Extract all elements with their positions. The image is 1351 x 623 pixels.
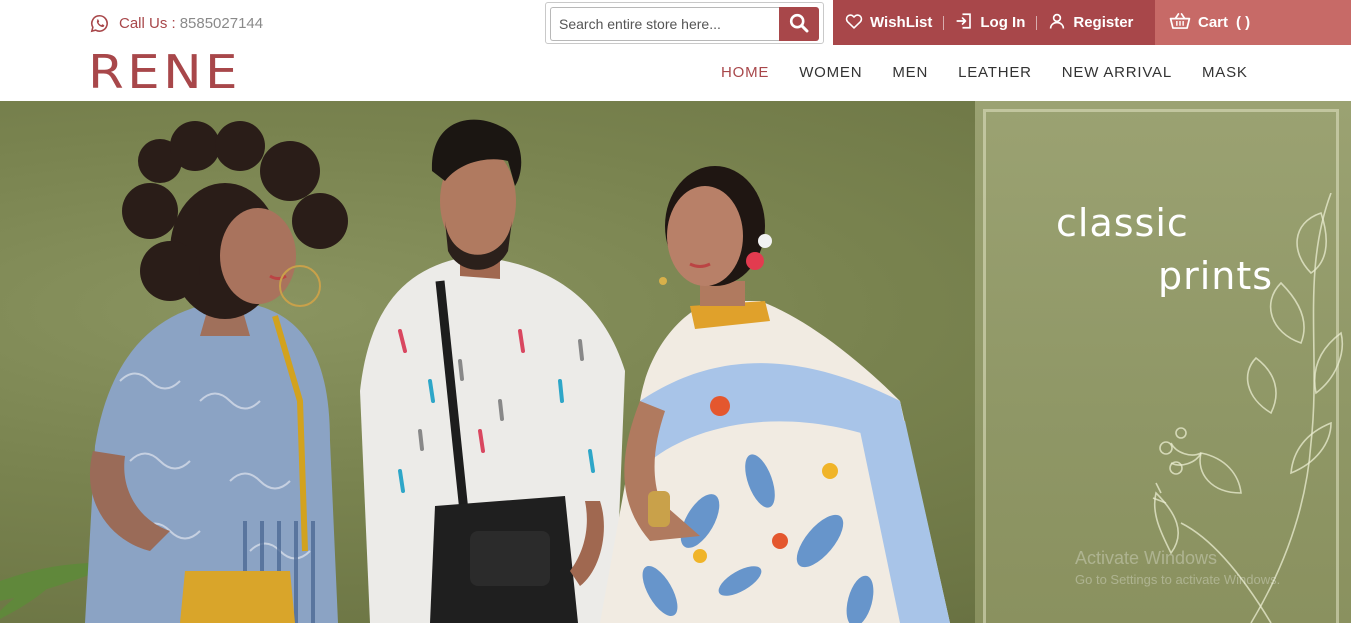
cart-count: ( ) [1236, 14, 1251, 31]
phone-number[interactable]: 8585027144 [180, 15, 263, 32]
hero-banner[interactable]: classic prints Activate Windows Go to Se… [0, 101, 1351, 623]
heart-icon [845, 13, 870, 33]
wishlist-label: WishList [870, 14, 933, 31]
register-label: Register [1073, 14, 1134, 31]
divider [1036, 15, 1038, 30]
user-icon [1048, 12, 1073, 34]
hero-tagline-line1: classic [1056, 201, 1189, 245]
call-us-label: Call Us : [119, 14, 176, 32]
login-link[interactable]: Log In [955, 0, 1025, 45]
search-box [545, 2, 824, 44]
search-input[interactable] [550, 7, 779, 41]
login-icon [955, 12, 980, 34]
top-header: Call Us : 8585027144 WishList [0, 0, 1351, 45]
nav-item-men[interactable]: MEN [877, 64, 943, 81]
main-nav: HOME WOMEN MEN LEATHER NEW ARRIVAL MASK [706, 56, 1263, 88]
nav-item-mask[interactable]: MASK [1187, 64, 1263, 81]
brand-logo[interactable]: RENE [88, 49, 241, 95]
cart-label: Cart [1198, 14, 1229, 31]
whatsapp-icon [90, 14, 109, 33]
call-us[interactable]: Call Us : 8585027144 [90, 12, 263, 34]
login-label: Log In [980, 14, 1026, 31]
basket-icon [1169, 12, 1198, 34]
search-icon [789, 13, 809, 36]
search-button[interactable] [779, 7, 819, 41]
account-bar: WishList Log In Register Cart () [833, 0, 1351, 45]
wishlist-link[interactable]: WishList [845, 0, 932, 45]
nav-item-new-arrival[interactable]: NEW ARRIVAL [1047, 64, 1187, 81]
activation-watermark-title: Activate Windows [1075, 548, 1218, 568]
hero-models-photo [0, 119, 950, 623]
hero-tagline-line2: prints [1158, 254, 1274, 298]
register-link[interactable]: Register [1048, 0, 1133, 45]
nav-item-women[interactable]: WOMEN [784, 64, 877, 81]
nav-item-home[interactable]: HOME [706, 64, 784, 81]
nav-item-leather[interactable]: LEATHER [943, 64, 1047, 81]
divider [943, 15, 945, 30]
activation-watermark-subtitle: Go to Settings to activate Windows. [1075, 572, 1281, 587]
cart-link[interactable]: Cart ( ) [1155, 0, 1351, 45]
